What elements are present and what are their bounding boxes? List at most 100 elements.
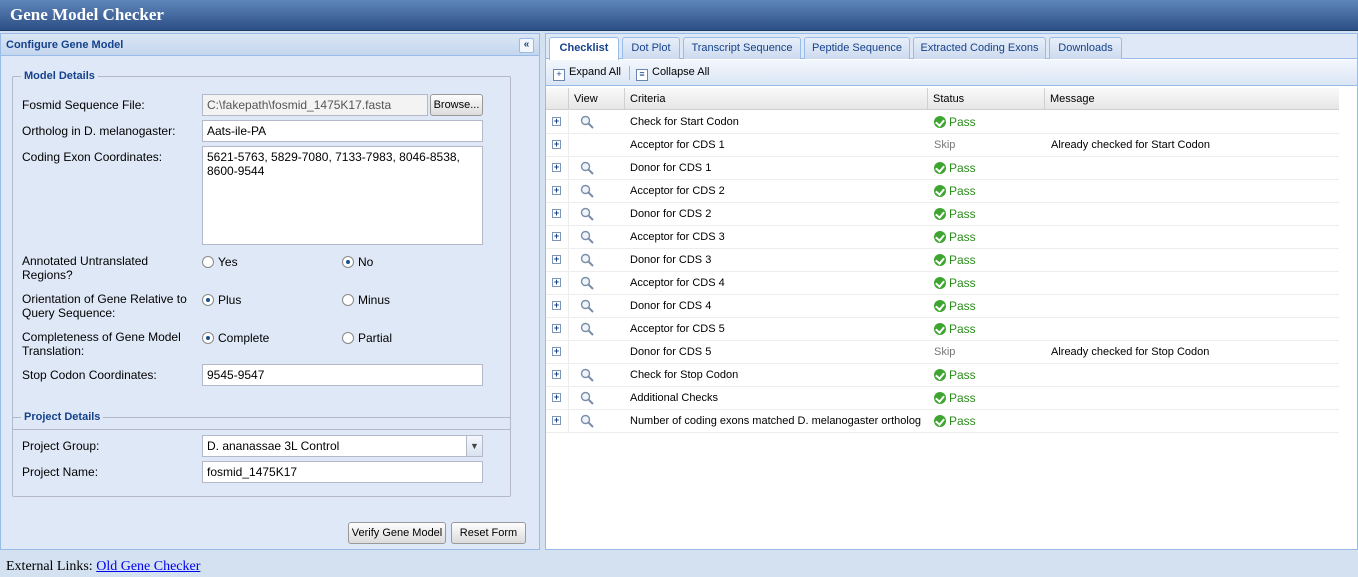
tab-extracted-coding-exons[interactable]: Extracted Coding Exons <box>913 37 1046 59</box>
table-row[interactable]: + Acceptor for CDS 1 Skip Already checked f… <box>546 134 1339 157</box>
row-status-text: Pass <box>949 322 976 336</box>
expand-row-icon[interactable]: + <box>552 140 561 149</box>
row-status-text: Pass <box>949 207 976 221</box>
table-row[interactable]: + Donor for CDS 5 Skip Already checked for … <box>546 341 1339 364</box>
row-status: Pass <box>934 276 976 290</box>
tab-transcript-sequence[interactable]: Transcript Sequence <box>683 37 801 59</box>
radio-unselected-icon <box>342 332 354 344</box>
row-message: Already checked for Start Codon <box>1051 139 1210 151</box>
table-row[interactable]: + Donor for CDS 1 Pass <box>546 157 1339 180</box>
expand-row-icon[interactable]: + <box>552 301 561 310</box>
magnifier-icon[interactable] <box>580 414 594 428</box>
table-row[interactable]: + Additional Checks Pass <box>546 387 1339 410</box>
tab-downloads[interactable]: Downloads <box>1049 37 1122 59</box>
project-name-input[interactable]: fosmid_1475K17 <box>202 461 483 483</box>
expand-row-icon[interactable]: + <box>552 255 561 264</box>
pass-check-icon <box>934 323 946 335</box>
fosmid-file-input[interactable]: C:\fakepath\fosmid_1475K17.fasta <box>202 94 428 116</box>
expand-row-icon[interactable]: + <box>552 209 561 218</box>
table-row[interactable]: + Acceptor for CDS 4 Pass <box>546 272 1339 295</box>
row-status-text: Skip <box>934 139 956 151</box>
expand-row-icon[interactable]: + <box>552 416 561 425</box>
column-header-view[interactable]: View <box>569 88 625 110</box>
magnifier-icon[interactable] <box>580 161 594 175</box>
collapse-all-button[interactable]: ≡ Collapse All <box>636 66 709 81</box>
magnifier-icon[interactable] <box>580 207 594 221</box>
row-status-text: Pass <box>949 391 976 405</box>
external-links: External Links: Old Gene Checker <box>6 559 200 575</box>
tab-peptide-sequence[interactable]: Peptide Sequence <box>804 37 910 59</box>
verify-gene-model-button[interactable]: Verify Gene Model <box>348 522 446 544</box>
completeness-complete-radio[interactable]: Complete <box>202 331 269 345</box>
configure-panel: Configure Gene Model « Model Details Fos… <box>0 33 540 550</box>
expand-row-icon[interactable]: + <box>552 117 561 126</box>
completeness-complete-label: Complete <box>218 331 270 345</box>
tab-checklist[interactable]: Checklist <box>549 37 619 60</box>
table-row[interactable]: + Check for Stop Codon Pass <box>546 364 1339 387</box>
magnifier-icon[interactable] <box>580 322 594 336</box>
magnifier-icon[interactable] <box>580 230 594 244</box>
table-row[interactable]: + Acceptor for CDS 5 Pass <box>546 318 1339 341</box>
collapse-all-icon: ≡ <box>636 69 648 81</box>
column-header-criteria[interactable]: Criteria <box>625 88 928 110</box>
table-row[interactable]: + Check for Start Codon Pass <box>546 111 1339 134</box>
coding-exon-coords-textarea[interactable]: 5621-5763, 5829-7080, 7133-7983, 8046-85… <box>202 146 483 245</box>
reset-form-button[interactable]: Reset Form <box>451 522 526 544</box>
magnifier-icon[interactable] <box>580 253 594 267</box>
row-criteria: Acceptor for CDS 5 <box>630 323 725 335</box>
utr-yes-radio[interactable]: Yes <box>202 255 238 269</box>
browse-button[interactable]: Browse... <box>430 94 483 116</box>
expand-row-icon[interactable]: + <box>552 347 561 356</box>
expand-row-icon[interactable]: + <box>552 278 561 287</box>
utr-label: Annotated Untranslated Regions? <box>22 254 149 282</box>
row-status: Pass <box>934 184 976 198</box>
magnifier-icon[interactable] <box>580 299 594 313</box>
magnifier-icon[interactable] <box>580 115 594 129</box>
chevron-down-icon[interactable]: ▼ <box>466 436 482 456</box>
table-row[interactable]: + Donor for CDS 3 Pass <box>546 249 1339 272</box>
table-row[interactable]: + Acceptor for CDS 3 Pass <box>546 226 1339 249</box>
expand-all-button[interactable]: + Expand All <box>553 66 621 81</box>
expand-row-icon[interactable]: + <box>552 163 561 172</box>
table-row[interactable]: + Number of coding exons matched D. melan… <box>546 410 1339 433</box>
row-status-text: Pass <box>949 276 976 290</box>
magnifier-icon[interactable] <box>580 368 594 382</box>
row-status: Pass <box>934 253 976 267</box>
table-row[interactable]: + Donor for CDS 4 Pass <box>546 295 1339 318</box>
old-gene-checker-link[interactable]: Old Gene Checker <box>96 559 200 574</box>
column-header-message[interactable]: Message <box>1045 88 1339 110</box>
collapse-panel-icon[interactable]: « <box>519 38 534 53</box>
ortholog-input[interactable]: Aats-ile-PA <box>202 120 483 142</box>
orientation-minus-radio[interactable]: Minus <box>342 293 390 307</box>
tab-dot-plot[interactable]: Dot Plot <box>622 37 680 59</box>
expand-row-icon[interactable]: + <box>552 393 561 402</box>
radio-selected-icon <box>202 294 214 306</box>
expand-row-icon[interactable]: + <box>552 324 561 333</box>
utr-no-label: No <box>358 255 374 269</box>
magnifier-icon[interactable] <box>580 391 594 405</box>
row-status-text: Pass <box>949 115 976 129</box>
table-row[interactable]: + Donor for CDS 2 Pass <box>546 203 1339 226</box>
configure-panel-title: Configure Gene Model <box>6 39 124 51</box>
stop-codon-input[interactable]: 9545-9547 <box>202 364 483 386</box>
row-status: Skip <box>934 346 955 358</box>
orientation-plus-radio[interactable]: Plus <box>202 293 241 307</box>
project-group-label: Project Group: <box>22 439 100 453</box>
utr-no-radio[interactable]: No <box>342 255 373 269</box>
expand-row-icon[interactable]: + <box>552 232 561 241</box>
expand-row-icon[interactable]: + <box>552 186 561 195</box>
magnifier-icon[interactable] <box>580 184 594 198</box>
project-group-select[interactable]: D. ananassae 3L Control <box>202 435 483 457</box>
pass-check-icon <box>934 208 946 220</box>
external-links-label: External Links: <box>6 559 93 574</box>
completeness-partial-radio[interactable]: Partial <box>342 331 392 345</box>
table-row[interactable]: + Acceptor for CDS 2 Pass <box>546 180 1339 203</box>
expand-row-icon[interactable]: + <box>552 370 561 379</box>
results-tabstrip: Checklist Dot Plot Transcript Sequence P… <box>546 34 1357 60</box>
row-status: Pass <box>934 230 976 244</box>
checklist-toolbar: + Expand All ≡ Collapse All <box>546 60 1357 86</box>
column-header-status[interactable]: Status <box>928 88 1045 110</box>
completeness-partial-label: Partial <box>358 331 393 345</box>
pass-check-icon <box>934 116 946 128</box>
magnifier-icon[interactable] <box>580 276 594 290</box>
